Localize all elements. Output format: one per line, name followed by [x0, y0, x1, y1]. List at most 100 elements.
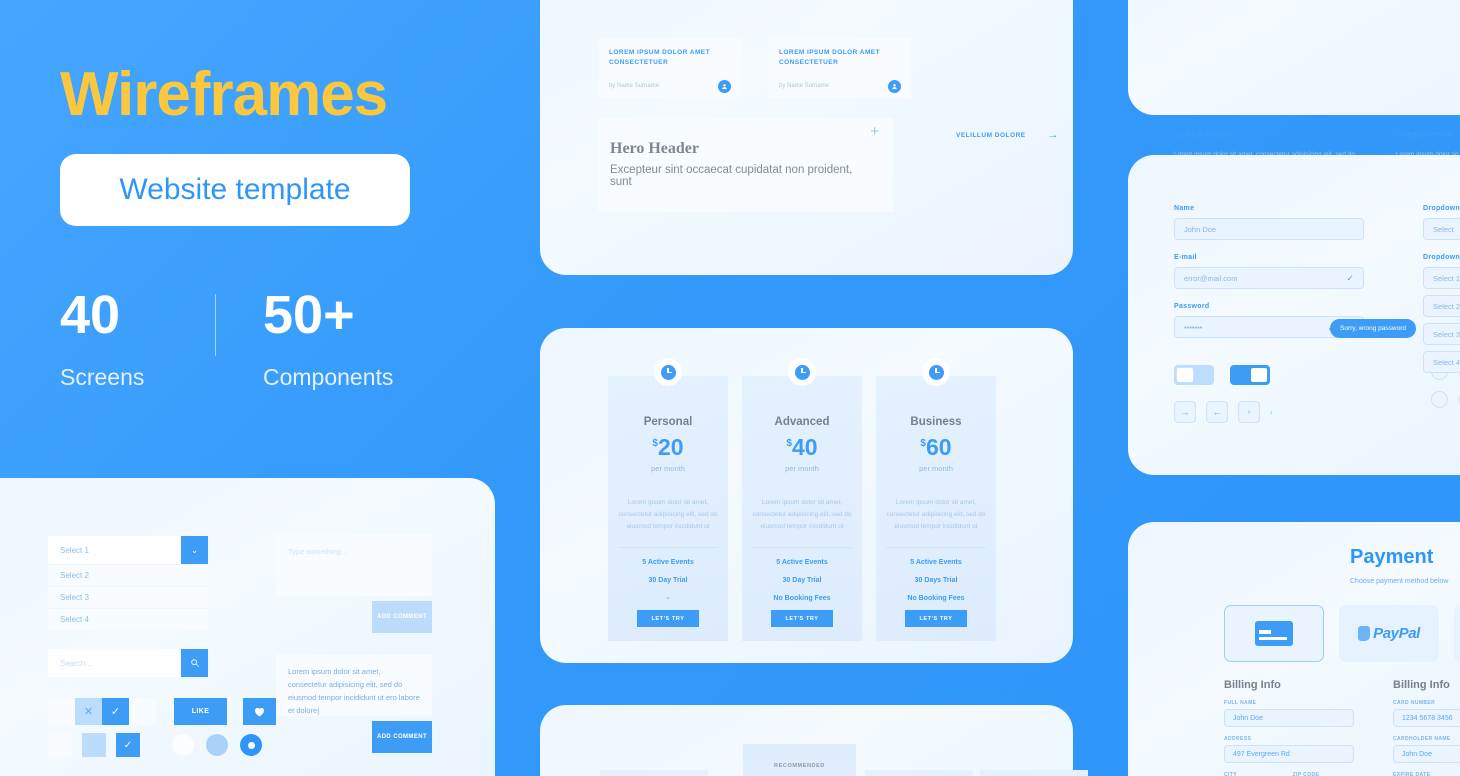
plan-feature: - — [666, 595, 670, 603]
pricing-panel: Personal $20 per month Lorem ipsum dolor… — [540, 328, 1073, 663]
recommended-label: RECOMMENDED — [774, 763, 825, 769]
compare-column — [865, 770, 973, 776]
hero-header-block: + Hero Header Excepteur sint occaecat cu… — [598, 118, 893, 212]
pricing-plan-advanced: Advanced $40 per month Lorem ipsum dolor… — [742, 358, 862, 641]
toggle-on[interactable] — [1230, 365, 1270, 385]
articles-preview-panel: LOREM IPSUM DOLOR AMET CONSECTETUER by N… — [540, 0, 1073, 275]
check-icon: ✓ — [1346, 272, 1354, 283]
name-input[interactable]: John Doe — [1174, 218, 1364, 240]
checkbox-empty[interactable] — [48, 698, 75, 725]
checkbox-close[interactable]: ✕ — [75, 698, 102, 725]
password-input-value: ••••••• — [1184, 322, 1203, 332]
search-icon[interactable] — [181, 649, 208, 677]
payment-method-paypal[interactable]: PayPal — [1339, 605, 1439, 662]
plan-price: $40 — [742, 436, 862, 459]
mini-card[interactable]: LOREM IPSUM DOLOR AMET CONSECTETUER by N… — [768, 38, 911, 98]
checkbox-checked[interactable]: ✓ — [102, 698, 129, 725]
card-number-input[interactable]: 1234 5678 3456 — [1393, 709, 1460, 727]
toggle-row — [1174, 365, 1270, 385]
mini-card-author: by Name Surname — [609, 83, 660, 89]
chevron-right-button[interactable]: › — [1238, 401, 1260, 423]
heart-icon — [254, 707, 265, 716]
dropdown-option[interactable]: Select 3 — [1423, 323, 1460, 345]
billing-heading-right: Billing Info — [1393, 679, 1450, 691]
search-placeholder: Search... — [60, 658, 93, 668]
checkbox-state-hover[interactable] — [82, 733, 106, 757]
hero-block-heading: Hero Header — [610, 140, 700, 157]
address-label: ADDRESS — [1224, 736, 1252, 742]
user-icon — [888, 80, 901, 93]
mini-card-title: LOREM IPSUM DOLOR AMET CONSECTETUER — [779, 49, 881, 67]
plan-cta-button[interactable]: LET'S TRY — [771, 610, 833, 627]
arrow-button-row: → ← › ‹ — [1174, 401, 1273, 423]
velillum-dolore-link[interactable]: VELILLUM DOLORE → — [956, 130, 1059, 141]
paypal-label: PayPal — [1373, 625, 1420, 642]
plan-description: Lorem ipsum dolor sit amet, consectetur … — [752, 499, 852, 531]
payment-method-credit-card[interactable] — [1224, 605, 1324, 662]
email-input[interactable]: error@mail.com ✓ — [1174, 267, 1364, 289]
link-label: VELILLUM DOLORE — [956, 132, 1026, 139]
radio-state-selected[interactable] — [240, 734, 262, 756]
add-comment-button[interactable]: ADD COMMENT — [372, 721, 432, 753]
toggle-off[interactable] — [1174, 365, 1214, 385]
name-label: Name — [1174, 205, 1195, 212]
select-value: Select 1 — [60, 545, 89, 555]
comment-box-empty: Type something... ADD COMMENT — [276, 534, 432, 633]
chevron-down-icon[interactable]: ⌄ — [181, 536, 208, 564]
select-trigger[interactable]: Select 1 ⌄ — [48, 536, 208, 564]
page-title: Wireframes — [60, 60, 388, 129]
billing-info-right: Billing Info CARD NUMBER 1234 5678 3456 … — [1393, 679, 1460, 776]
checkbox-state-checked[interactable]: ✓ — [116, 733, 140, 757]
arrow-right-button[interactable]: → — [1174, 401, 1196, 423]
mini-card-list: LOREM IPSUM DOLOR AMET CONSECTETUER by N… — [598, 38, 911, 98]
search-input[interactable]: Search... — [48, 649, 208, 677]
checkbox-blank[interactable] — [129, 698, 156, 725]
dropdown-column: Dropdown Select Dropdown Select 1 Select… — [1423, 205, 1460, 373]
address-input[interactable]: 497 Evergreen Rd — [1224, 745, 1354, 763]
radio-unchecked[interactable] — [1431, 391, 1448, 408]
plan-cta-button[interactable]: LET'S TRY — [905, 610, 967, 627]
plan-price: $20 — [608, 436, 728, 459]
stat-screens-label: Screens — [60, 364, 145, 390]
arrow-left-button[interactable]: ← — [1206, 401, 1228, 423]
compare-panel: RECOMMENDED — [540, 705, 1088, 776]
plan-feature: 5 Active Events — [642, 559, 694, 567]
mini-card[interactable]: LOREM IPSUM DOLOR AMET CONSECTETUER by N… — [598, 38, 741, 98]
arrow-right-icon: → — [1047, 129, 1059, 141]
plan-cta-button[interactable]: LET'S TRY — [637, 610, 699, 627]
payment-method-other[interactable] — [1454, 605, 1460, 662]
password-label: Password — [1174, 303, 1210, 310]
add-comment-button-disabled[interactable]: ADD COMMENT — [372, 601, 432, 633]
favorite-button[interactable] — [243, 698, 276, 725]
select-dropdown: Select 1 ⌄ Select 2 Select 3 Select 4 — [48, 536, 208, 630]
chevron-left-icon[interactable]: ‹ — [1270, 408, 1273, 417]
select-option[interactable]: Select 3 — [48, 586, 208, 608]
select-option[interactable]: Select 4 — [48, 608, 208, 630]
dropdown-option[interactable]: Select 2 — [1423, 295, 1460, 317]
plus-icon[interactable]: + — [870, 124, 879, 139]
checkbox-state-empty[interactable] — [48, 733, 72, 757]
comment-textarea-filled[interactable]: Lorem ipsum dolor sit amet, consectetur … — [276, 654, 432, 716]
compare-column — [600, 770, 708, 776]
dropdown-option[interactable]: Select 4 — [1423, 351, 1460, 373]
name-input-value: John Doe — [1184, 224, 1217, 234]
pricing-plan-personal: Personal $20 per month Lorem ipsum dolor… — [608, 358, 728, 641]
plan-amount: 20 — [657, 434, 684, 460]
billing-info-left: Billing Info FULL NAME John Doe ADDRESS … — [1224, 679, 1354, 776]
cardholder-name-label: CARDHOLDER NAME — [1393, 736, 1451, 742]
like-button[interactable]: LIKE — [174, 698, 227, 725]
divider — [752, 547, 852, 549]
plan-period: per month — [919, 464, 953, 473]
select-option[interactable]: Select 2 — [48, 564, 208, 586]
cardholder-name-input[interactable]: John Doe — [1393, 745, 1460, 763]
radio-state-hover[interactable] — [206, 734, 228, 756]
swatch-radio-row: ✓ — [48, 733, 274, 757]
plan-description: Lorem ipsum dolor sit amet, consectetur … — [618, 499, 718, 531]
dropdown-option[interactable]: Select 1 — [1423, 267, 1460, 289]
radio-state-empty[interactable] — [172, 734, 194, 756]
full-name-input[interactable]: John Doe — [1224, 709, 1354, 727]
name-field-group: Name John Doe — [1174, 205, 1364, 240]
comment-textarea-empty[interactable]: Type something... — [276, 534, 432, 596]
dropdown-collapsed[interactable]: Select — [1423, 218, 1460, 240]
stats-row: 40 Screens 50+ Components — [60, 288, 440, 391]
